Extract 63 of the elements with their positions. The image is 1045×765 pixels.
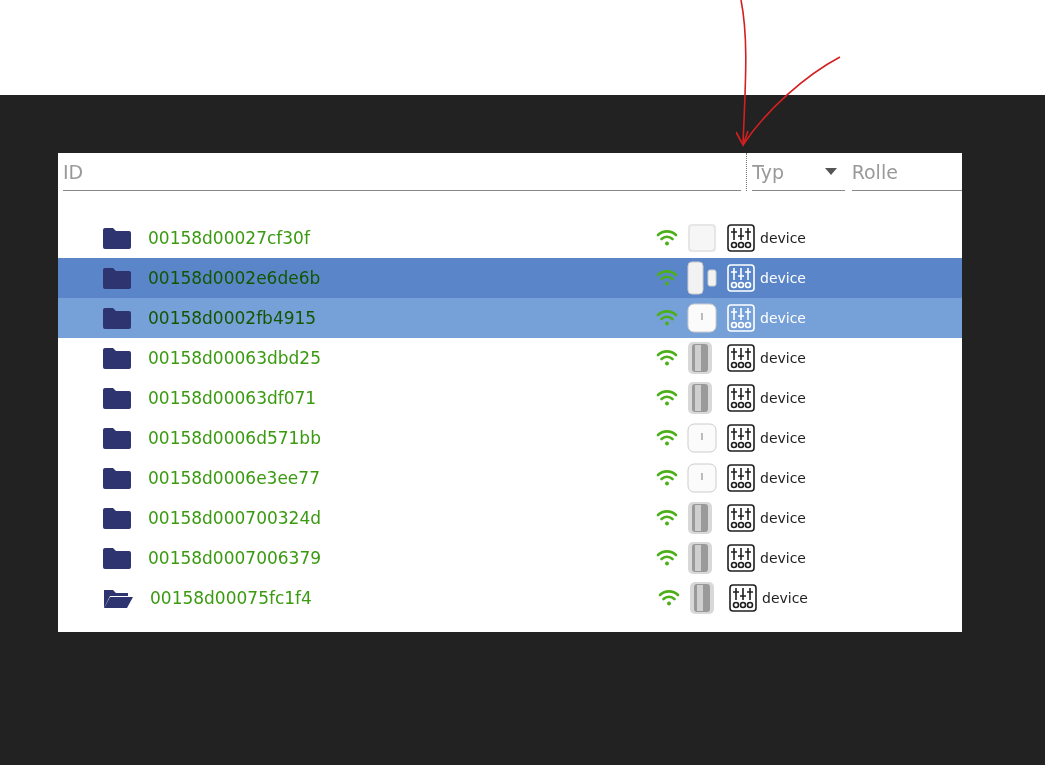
sliders-icon — [727, 304, 755, 332]
tree-row[interactable]: 00158d00075fc1f4 device — [58, 578, 962, 618]
role-label: device — [762, 590, 808, 606]
role-label: device — [760, 310, 806, 326]
role-label: device — [760, 510, 806, 526]
tree-row[interactable]: 00158d0002e6de6b device — [58, 258, 962, 298]
role-label: device — [760, 390, 806, 406]
cylinder-device-icon — [687, 501, 713, 535]
wifi-icon — [658, 590, 680, 606]
role-label: device — [760, 430, 806, 446]
tree-row[interactable]: 00158d00027cf30f device — [58, 218, 962, 258]
role-label: device — [760, 230, 806, 246]
cube-device-icon — [687, 223, 717, 253]
type-filter-dropdown[interactable]: Typ — [752, 160, 825, 183]
sliders-icon — [727, 344, 755, 372]
wifi-icon — [656, 270, 678, 286]
wifi-icon — [656, 230, 678, 246]
wifi-icon — [656, 310, 678, 326]
sliders-icon — [727, 224, 755, 252]
wifi-icon — [656, 430, 678, 446]
sliders-icon — [727, 424, 755, 452]
wifi-icon — [656, 550, 678, 566]
device-id: 00158d00063df071 — [148, 388, 318, 408]
device-id: 00158d0007006379 — [148, 548, 323, 568]
role-label: device — [760, 350, 806, 366]
device-id: 00158d000700324d — [148, 508, 322, 528]
sensor-device-icon — [687, 463, 717, 493]
sliders-icon — [727, 464, 755, 492]
wifi-icon — [656, 350, 678, 366]
cylinder-device-icon — [689, 581, 715, 615]
caret-icon — [824, 168, 837, 175]
device-id: 00158d0002fb4915 — [148, 308, 318, 328]
device-id: 00158d00063dbd25 — [148, 348, 322, 368]
device-id: 00158d0002e6de6b — [148, 268, 322, 288]
sliders-icon — [727, 264, 755, 292]
device-id: 00158d00027cf30f — [148, 228, 312, 248]
device-id: 00158d00075fc1f4 — [150, 588, 313, 608]
wifi-icon — [656, 510, 678, 526]
sliders-icon — [727, 544, 755, 572]
tree-row[interactable]: 00158d0007006379 device — [58, 538, 962, 578]
tree-row[interactable]: 00158d00063df071 device — [58, 378, 962, 418]
sliders-icon — [727, 384, 755, 412]
id-filter-field[interactable]: ID — [63, 153, 742, 190]
sensor-device-icon — [687, 303, 717, 333]
device-id: 00158d0006e3ee77 — [148, 468, 321, 488]
role-label: device — [760, 550, 806, 566]
wifi-icon — [656, 470, 678, 486]
cylinder-device-icon — [687, 341, 713, 375]
tree-row[interactable]: 00158d0006d571bb device — [58, 418, 962, 458]
tree-row[interactable]: 00158d0006e3ee77 device — [58, 458, 962, 498]
sliders-icon — [727, 504, 755, 532]
tree-row[interactable]: 00158d00063dbd25 device — [58, 338, 962, 378]
tree-row[interactable]: 00158d000700324d device — [58, 498, 962, 538]
cylinder-device-icon — [687, 541, 713, 575]
role-filter-field[interactable]: Rolle — [851, 153, 962, 190]
role-label: device — [760, 470, 806, 486]
role-label: device — [760, 270, 806, 286]
contact-sensor-icon — [687, 261, 717, 295]
cylinder-device-icon — [687, 381, 713, 415]
device-id: 00158d0006d571bb — [148, 428, 322, 448]
sliders-icon — [729, 584, 757, 612]
sensor-device-icon — [687, 423, 717, 453]
wifi-icon — [656, 390, 678, 406]
